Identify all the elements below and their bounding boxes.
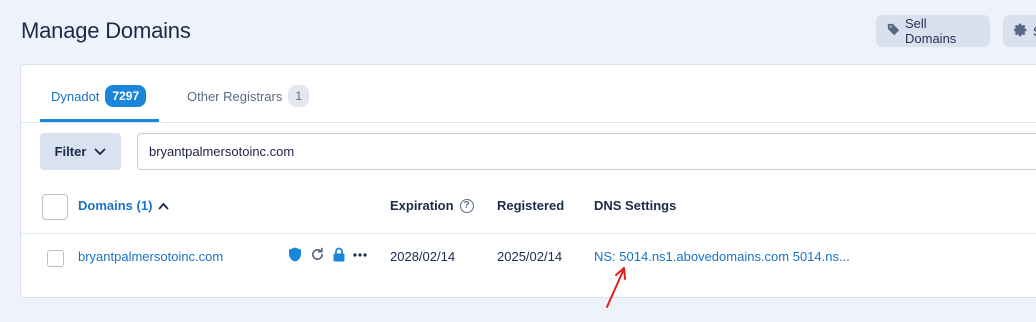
more-icon[interactable] (353, 252, 367, 257)
sell-domains-button[interactable]: Sell Domains (876, 15, 990, 47)
shield-icon[interactable] (288, 247, 302, 262)
column-label: Expiration (390, 198, 454, 213)
tab-label: Dynadot (51, 88, 100, 104)
row-checkbox[interactable] (47, 250, 64, 267)
sell-domains-label: Sell Domains (905, 16, 957, 46)
column-header-expiration[interactable]: Expiration ? (390, 198, 474, 213)
gear-icon (1013, 23, 1028, 40)
question-circle-icon[interactable]: ? (459, 198, 474, 213)
refresh-icon[interactable] (310, 247, 325, 262)
filter-label: Filter (54, 144, 87, 159)
settings-button[interactable]: S (1003, 15, 1036, 47)
tab-label: Other Registrars (187, 88, 283, 104)
search-input[interactable] (137, 133, 1036, 170)
sort-up-icon[interactable] (158, 198, 169, 213)
column-header-dns-settings: DNS Settings (594, 198, 676, 213)
tab-dynadot[interactable]: Dynadot 7297 (51, 85, 147, 107)
count-badge: 7297 (105, 85, 147, 107)
lock-icon[interactable] (333, 247, 345, 262)
column-header-domains[interactable]: Domains (1) (78, 198, 169, 213)
expiration-date: 2028/02/14 (390, 249, 456, 264)
filter-button[interactable]: Filter (40, 133, 121, 170)
tag-icon (887, 23, 900, 39)
dns-settings-link[interactable]: NS: 5014.ns1.abovedomains.com 5014.ns... (594, 249, 850, 264)
domains-card: Dynadot 7297 Other Registrars 1 Filter D… (20, 64, 1036, 298)
tab-divider (21, 122, 1036, 123)
domain-link[interactable]: bryantpalmersotoinc.com (78, 249, 223, 264)
annotation-arrow (600, 265, 630, 315)
row-actions (288, 247, 367, 262)
count-badge: 1 (288, 85, 310, 107)
chevron-down-icon (94, 144, 106, 159)
column-label: Registered (497, 198, 565, 213)
page-title: Manage Domains (21, 18, 191, 43)
registered-date: 2025/02/14 (497, 249, 563, 264)
column-header-registered[interactable]: Registered (497, 198, 564, 213)
column-label: Domains (1) (78, 198, 153, 213)
tab-other-registrars[interactable]: Other Registrars 1 (187, 85, 310, 107)
select-all-checkbox[interactable] (42, 194, 68, 220)
header-divider (21, 233, 1036, 234)
column-label: DNS Settings (594, 198, 677, 213)
